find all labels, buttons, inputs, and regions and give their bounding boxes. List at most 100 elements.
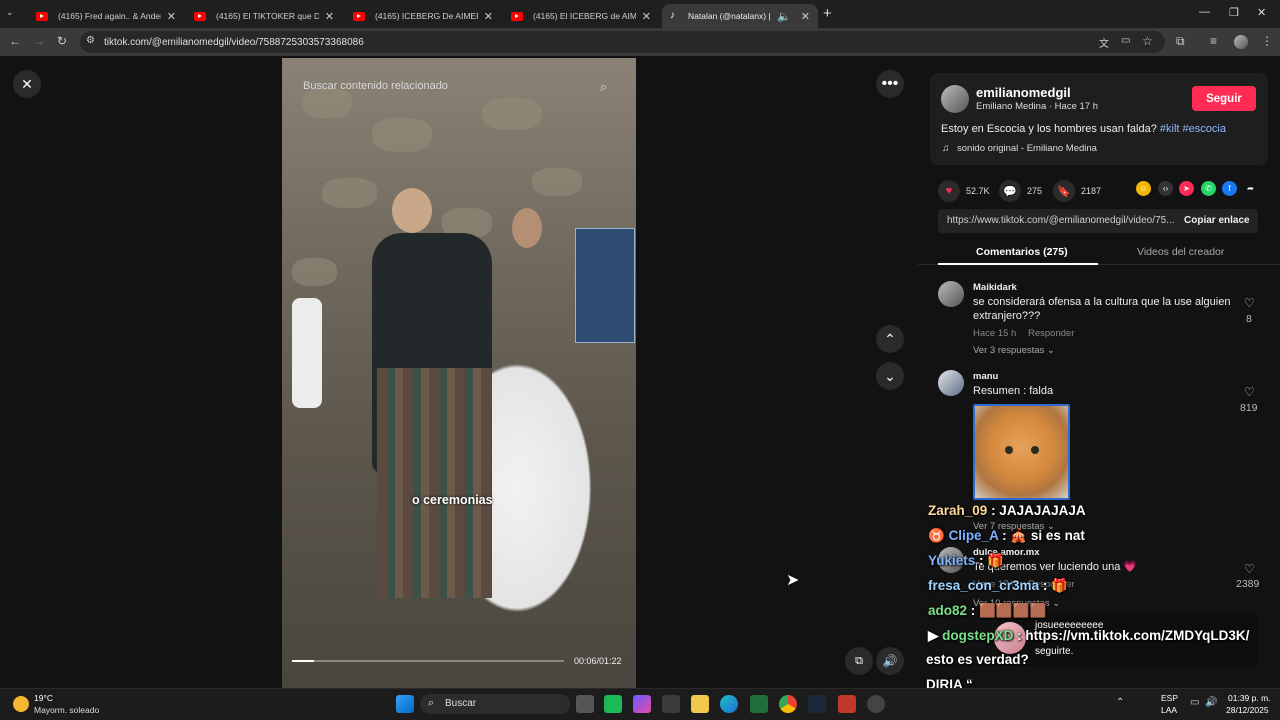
window-close-icon[interactable]: ✕ bbox=[1257, 6, 1266, 19]
browser-tab[interactable]: (4165) El ICEBERG de AIMEP3 ( ✕ bbox=[503, 4, 659, 28]
pip-icon: ⧉ bbox=[855, 654, 863, 667]
weather-sun-icon[interactable] bbox=[13, 696, 29, 712]
send-icon[interactable]: ➤ bbox=[1179, 181, 1194, 196]
comment-text: Resumen : falda bbox=[973, 385, 1054, 397]
app-icon-gray[interactable] bbox=[867, 695, 885, 713]
browser-tab[interactable]: (4165) El TIKTOKER que DICE SO ✕ bbox=[186, 4, 342, 28]
back-icon[interactable]: ← bbox=[9, 34, 21, 48]
sound-name[interactable]: sonido original - Emiliano Medina bbox=[957, 143, 1097, 154]
app-icon-green[interactable] bbox=[604, 695, 622, 713]
video-player[interactable] bbox=[282, 58, 636, 688]
taskbar-search[interactable] bbox=[420, 694, 570, 714]
tiktok-icon: ♪ bbox=[670, 10, 675, 21]
browser-tab[interactable]: (4165) ICEBERG De AIMEP3 (En ✕ bbox=[345, 4, 501, 28]
search-icon: ⌕ bbox=[428, 697, 435, 709]
clock-date[interactable]: 28/12/2025 bbox=[1226, 705, 1269, 715]
site-info-icon[interactable]: ⚙ bbox=[86, 35, 95, 46]
chrome-icon[interactable] bbox=[779, 695, 797, 713]
follow-button[interactable]: Seguir bbox=[1192, 86, 1256, 111]
menu-icon[interactable]: ⋮ bbox=[1261, 34, 1273, 48]
youtube-icon bbox=[36, 11, 48, 21]
video-link[interactable]: https://www.tiktok.com/@emilianomedgil/v… bbox=[947, 215, 1175, 226]
browser-tab-active[interactable]: ♪ Natalan (@natalanx) | TikTo 🔈 ✕ bbox=[662, 4, 818, 28]
commenter-avatar[interactable] bbox=[938, 281, 964, 307]
tray-chevron-icon[interactable]: ⌃ bbox=[1116, 697, 1124, 708]
facebook-icon[interactable]: f bbox=[1222, 181, 1237, 196]
reload-icon[interactable]: ↻ bbox=[57, 34, 67, 48]
author-username[interactable]: emilianomedgil bbox=[976, 85, 1071, 100]
tab-search-icon[interactable]: ⌄ bbox=[6, 7, 14, 18]
clock-time[interactable]: 01:39 p. m. bbox=[1228, 693, 1271, 703]
speaker-icon[interactable]: 🔈 bbox=[777, 10, 791, 23]
comment-author[interactable]: Maikidark bbox=[973, 282, 1017, 293]
extensions-icon[interactable]: ⧉ bbox=[1176, 34, 1185, 49]
kilt bbox=[377, 368, 492, 598]
new-tab-button[interactable]: + bbox=[823, 5, 832, 22]
search-icon[interactable]: ⌕ bbox=[600, 79, 607, 95]
music-icon: ♫ bbox=[942, 143, 950, 154]
groom-head bbox=[392, 188, 432, 233]
share-arrow-icon[interactable]: ➦ bbox=[1243, 181, 1258, 196]
view-replies-button[interactable]: Ver 3 respuestas ⌄ bbox=[973, 345, 1055, 356]
app-icon-red[interactable] bbox=[838, 695, 856, 713]
browser-tab[interactable]: (4165) Fred again.. & Anderson ✕ bbox=[28, 4, 184, 28]
copilot-icon[interactable] bbox=[633, 695, 651, 713]
comment-image-cat[interactable] bbox=[973, 404, 1070, 500]
tab-creator-videos[interactable]: Videos del creador bbox=[1137, 246, 1224, 258]
profile-avatar[interactable] bbox=[1234, 35, 1248, 49]
task-view-icon[interactable] bbox=[576, 695, 594, 713]
more-options-button[interactable]: ••• bbox=[876, 70, 904, 98]
close-icon[interactable]: ✕ bbox=[167, 10, 176, 23]
maximize-icon[interactable]: ❐ bbox=[1229, 6, 1239, 19]
previous-video-button[interactable]: ⌃ bbox=[876, 325, 904, 353]
file-explorer-icon[interactable] bbox=[691, 695, 709, 713]
comment-like-icon[interactable]: ♡ bbox=[1244, 385, 1255, 399]
comment-stat[interactable]: 💬 275 bbox=[999, 180, 1042, 202]
comment-like-icon[interactable]: ♡ bbox=[1244, 562, 1255, 576]
close-icon[interactable]: ✕ bbox=[801, 10, 810, 23]
media-icon[interactable]: ≡ bbox=[1210, 34, 1217, 48]
lang-layout[interactable]: LAA bbox=[1161, 705, 1177, 715]
cast-icon[interactable]: ▭ bbox=[1121, 35, 1130, 46]
forward-icon[interactable]: → bbox=[33, 34, 45, 48]
close-icon[interactable]: ✕ bbox=[642, 10, 651, 23]
copy-link-button[interactable]: Copiar enlace bbox=[1184, 215, 1250, 226]
volume-tray-icon[interactable]: 🔊 bbox=[1205, 697, 1217, 708]
excel-icon[interactable] bbox=[750, 695, 768, 713]
comment-like-count: 8 bbox=[1246, 313, 1252, 325]
hashtags[interactable]: #kilt #escocia bbox=[1160, 123, 1226, 135]
store-icon[interactable] bbox=[662, 695, 680, 713]
video-progress-bar[interactable] bbox=[292, 660, 564, 662]
author-avatar[interactable] bbox=[941, 85, 969, 113]
whatsapp-icon[interactable]: ✆ bbox=[1201, 181, 1216, 196]
comment-author[interactable]: manu bbox=[973, 371, 998, 382]
next-video-button[interactable]: ⌄ bbox=[876, 362, 904, 390]
lang-code[interactable]: ESP bbox=[1161, 693, 1178, 703]
weather-temp[interactable]: 19°C bbox=[34, 693, 53, 703]
tab-comments[interactable]: Comentarios (275) bbox=[976, 246, 1068, 258]
pip-button[interactable]: ⧉ bbox=[845, 647, 873, 675]
embed-icon[interactable]: ‹› bbox=[1158, 181, 1173, 196]
minimize-icon[interactable]: — bbox=[1199, 6, 1210, 18]
friends-share-icon[interactable]: ☺ bbox=[1136, 181, 1151, 196]
bookmark-star-icon[interactable]: ☆ bbox=[1142, 34, 1153, 48]
close-icon[interactable]: ✕ bbox=[325, 10, 334, 23]
translate-icon[interactable]: 文 bbox=[1099, 35, 1109, 50]
save-stat[interactable]: 🔖 2187 bbox=[1053, 180, 1101, 202]
close-video-button[interactable]: ✕ bbox=[13, 70, 41, 98]
weather-desc[interactable]: Mayorm. soleado bbox=[34, 705, 99, 715]
close-icon[interactable]: ✕ bbox=[484, 10, 493, 23]
windows-start-icon[interactable] bbox=[396, 695, 414, 713]
network-icon[interactable]: ▭ bbox=[1190, 697, 1199, 708]
commenter-avatar[interactable] bbox=[938, 370, 964, 396]
video-caption: o ceremonias bbox=[412, 493, 493, 507]
taskbar-search-label: Buscar bbox=[445, 698, 477, 709]
comment-like-icon[interactable]: ♡ bbox=[1244, 296, 1255, 310]
edge-icon[interactable] bbox=[720, 695, 738, 713]
volume-button[interactable]: 🔊 bbox=[876, 647, 904, 675]
url-text[interactable]: tiktok.com/@emilianomedgil/video/7588725… bbox=[104, 37, 364, 48]
reply-button[interactable]: Responder bbox=[1028, 328, 1074, 339]
like-stat[interactable]: ♥ 52.7K bbox=[938, 180, 990, 202]
video-progress-fill bbox=[292, 660, 314, 662]
steam-icon[interactable] bbox=[808, 695, 826, 713]
